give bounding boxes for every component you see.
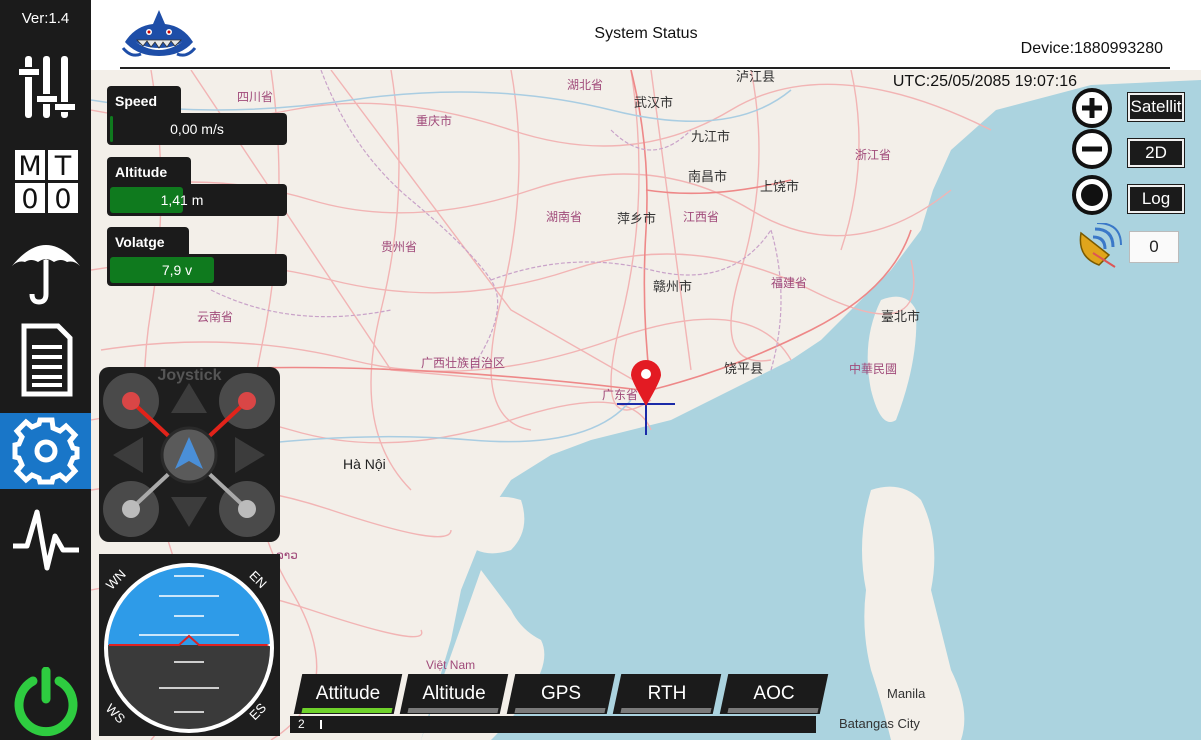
sidebar-item-settings[interactable] [0, 413, 91, 489]
document-icon [21, 323, 72, 397]
satellite-count: 0 [1129, 231, 1179, 263]
svg-text:M: M [18, 151, 41, 182]
tab-gps[interactable]: GPS [506, 674, 616, 714]
altitude-bar: 1,41 m [107, 184, 287, 216]
app-window: Ver:1.4 M T 0 0 System Status Device:188… [0, 0, 1201, 740]
tab-rth-label: RTH [647, 683, 687, 704]
map-view[interactable]: 泸江县 湖北省 武汉市 四川省 重庆市 九江市 浙江省 南昌市 上饶市 湖南省 萍乡市 江西省 贵州省赣… [91, 70, 1201, 740]
sliders-icon [16, 56, 77, 118]
version-label: Ver:1.4 [21, 10, 70, 27]
header-divider [120, 67, 1170, 69]
map-label: 九江市 [691, 129, 731, 144]
power-button[interactable] [0, 666, 91, 738]
tab-altitude-label: Altitude [422, 683, 486, 704]
map-label: 泸江县 [736, 70, 776, 84]
map-label: 萍乡市 [617, 211, 657, 226]
tab-attitude-label: Attitude [315, 683, 381, 704]
map-label: 南昌市 [688, 169, 728, 184]
progress-fill [320, 720, 322, 729]
zoom-in-button[interactable] [1071, 87, 1113, 129]
voltage-value: 7,9 v [161, 262, 193, 278]
map-label: 江西省 [683, 210, 720, 224]
attitude-indicator: WN EN WS ES [99, 554, 280, 736]
map-label: 广西壮族自治区 [421, 356, 506, 370]
tab-aoc-label: AOC [753, 683, 795, 704]
satellite-button[interactable]: Satellit [1127, 92, 1185, 122]
sidebar-item-signal[interactable] [0, 505, 91, 577]
voltage-label: Volatge [107, 227, 189, 254]
map-label: 贵州省 [381, 240, 418, 254]
map-label: 重庆市 [416, 114, 453, 128]
sidebar: Ver:1.4 M T 0 0 [0, 0, 91, 740]
umbrella-icon [11, 245, 80, 305]
minus-circle-icon [1072, 129, 1112, 169]
map-label: 武汉市 [634, 95, 674, 110]
progress-bar: 2 [290, 716, 816, 733]
waveform-icon [12, 509, 79, 571]
drone-joystick-graphic [103, 373, 275, 537]
log-button[interactable]: Log [1127, 184, 1185, 214]
zoom-out-button[interactable] [1071, 128, 1113, 170]
svg-text:0: 0 [21, 184, 38, 215]
map-label: 福建省 [771, 276, 808, 290]
gear-icon [12, 417, 79, 485]
speed-bar: 0,00 m/s [107, 113, 287, 145]
tab-altitude[interactable]: Altitude [399, 674, 509, 714]
map-label: Manila [887, 686, 926, 701]
voltage-panel: Volatge 7,9 v [107, 227, 287, 286]
svg-text:T: T [53, 151, 71, 182]
speed-panel: Speed 0,00 m/s [107, 86, 287, 145]
altitude-panel: Altitude 1,41 m [107, 157, 287, 216]
sidebar-item-umbrella[interactable] [0, 232, 91, 305]
utc-clock: UTC:25/05/2085 19:07:16 [892, 73, 1077, 90]
map-label: 上饶市 [760, 179, 800, 194]
tab-rth[interactable]: RTH [612, 674, 722, 714]
altitude-value: 1,41 m [160, 192, 204, 208]
joystick-label: Joystick [157, 367, 222, 384]
map-label: 中華民國 [849, 362, 898, 376]
map-label: 饶平县 [724, 361, 764, 376]
view-2d-button[interactable]: 2D [1127, 138, 1185, 168]
sidebar-item-document[interactable] [0, 323, 91, 397]
map-label: Batangas City [839, 716, 920, 731]
joystick-panel[interactable]: Joystick [99, 367, 280, 542]
plus-circle-icon [1072, 88, 1112, 128]
device-id: Device:1880993280 [1020, 40, 1163, 57]
map-label: 云南省 [197, 310, 234, 324]
map-label: 赣州市 [653, 279, 693, 294]
tab-gps-label: GPS [540, 683, 582, 704]
speed-value: 0,00 m/s [170, 121, 224, 137]
target-circle-icon [1072, 175, 1112, 215]
map-label: Hà Nội [343, 456, 386, 472]
map-label: 臺北市 [881, 309, 921, 324]
progress-value: 2 [298, 717, 305, 731]
voltage-bar: 7,9 v [107, 254, 287, 286]
map-label: 浙江省 [855, 148, 892, 162]
sidebar-item-mode[interactable]: M T 0 0 [0, 145, 91, 217]
map-label: Việt Nam [426, 658, 476, 672]
map-label: 湖南省 [546, 210, 583, 224]
altitude-label: Altitude [107, 157, 192, 184]
map-label: 广东省 [602, 388, 639, 402]
speed-label: Speed [107, 86, 182, 113]
sidebar-item-mixer[interactable] [0, 48, 91, 120]
header: System Status Device:1880993280 [91, 0, 1201, 70]
svg-text:0: 0 [54, 184, 71, 215]
tab-attitude[interactable]: Attitude [293, 674, 403, 714]
tab-aoc[interactable]: AOC [719, 674, 829, 714]
mt-00-icon: M T 0 0 [14, 150, 78, 215]
map-label: 湖北省 [567, 78, 604, 92]
satellite-dish-icon [1079, 223, 1122, 268]
power-icon [14, 667, 77, 737]
center-button[interactable] [1071, 174, 1113, 216]
